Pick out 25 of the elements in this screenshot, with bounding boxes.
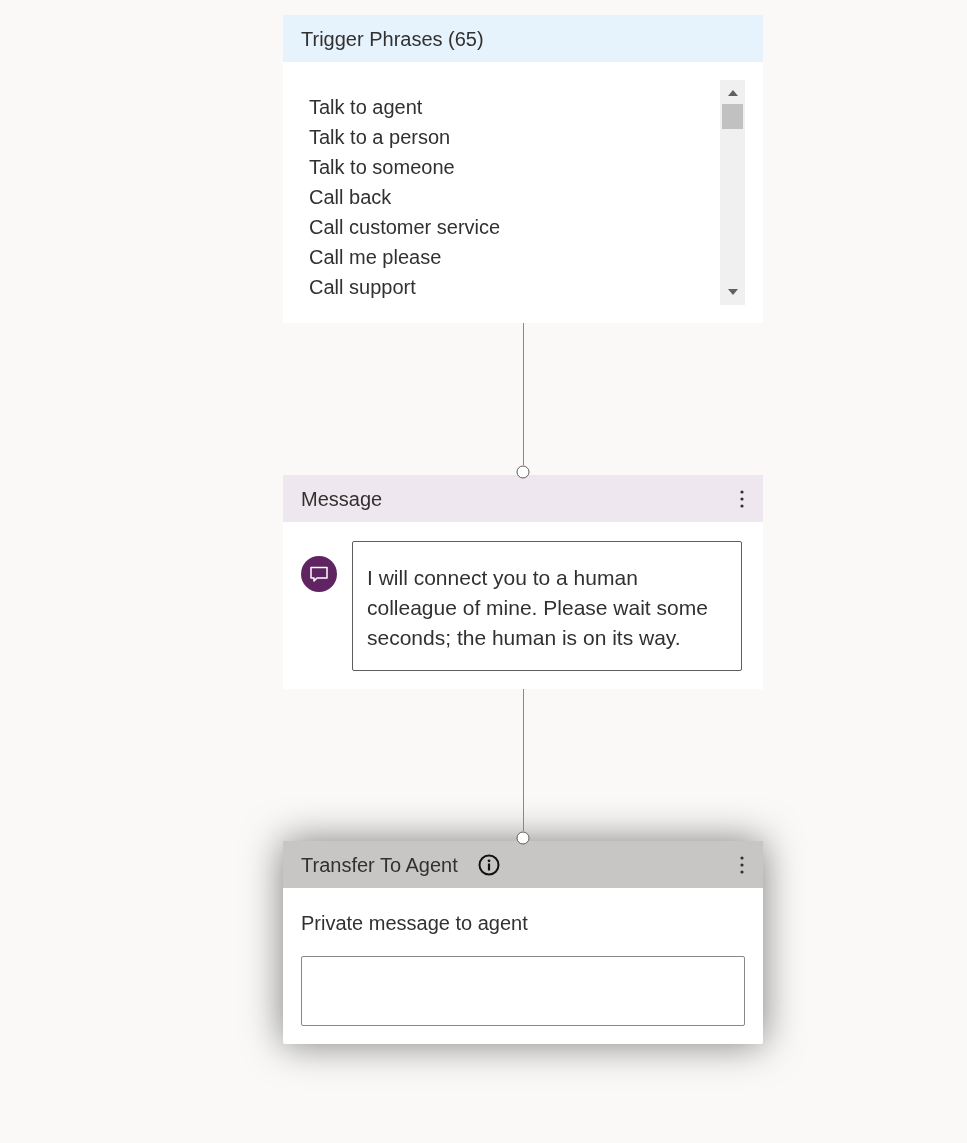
more-options-icon[interactable] [740,855,744,874]
trigger-phrase: Call me please [309,245,442,270]
scroll-down-arrow-icon[interactable] [727,289,738,295]
card-title: Trigger Phrases (65) [301,26,484,52]
trigger-phrase: Call customer service [309,215,501,240]
trigger-phrase: Talk to someone [309,155,455,180]
node-card[interactable]: Message I will connect you to a human colleague of mine. Please wait some seconds; the human is on its way. [283,475,763,689]
port-circle-icon[interactable] [516,465,530,479]
port-circle-icon[interactable] [516,831,530,845]
trigger-phrase: Talk to a person [309,125,451,150]
trigger-phrase: Call support [309,275,416,300]
node-card[interactable]: Trigger Phrases (65) Talk to agent Talk to a person Talk to someone Call back Call customer service Call me please Call support [283,15,763,323]
scrollbar-thumb[interactable] [722,104,743,129]
message-text-field[interactable]: I will connect you to a human colleague of mine. Please wait some seconds; the human is on its way. [352,541,742,671]
card-title: Transfer To Agent [301,852,458,878]
card-title: Message [301,486,383,512]
private-message-input-field[interactable] [301,956,745,1026]
scroll-up-arrow-icon[interactable] [727,90,738,96]
trigger-phrase: Talk to agent [309,95,423,120]
speech-bubble-icon [301,556,337,592]
node-card[interactable]: Transfer To Agent Private message to agent [283,841,763,1044]
info-icon[interactable] [477,853,500,876]
more-options-icon[interactable] [740,489,744,508]
trigger-phrase: Call back [309,185,392,210]
field-label: Private message to agent [301,911,528,936]
